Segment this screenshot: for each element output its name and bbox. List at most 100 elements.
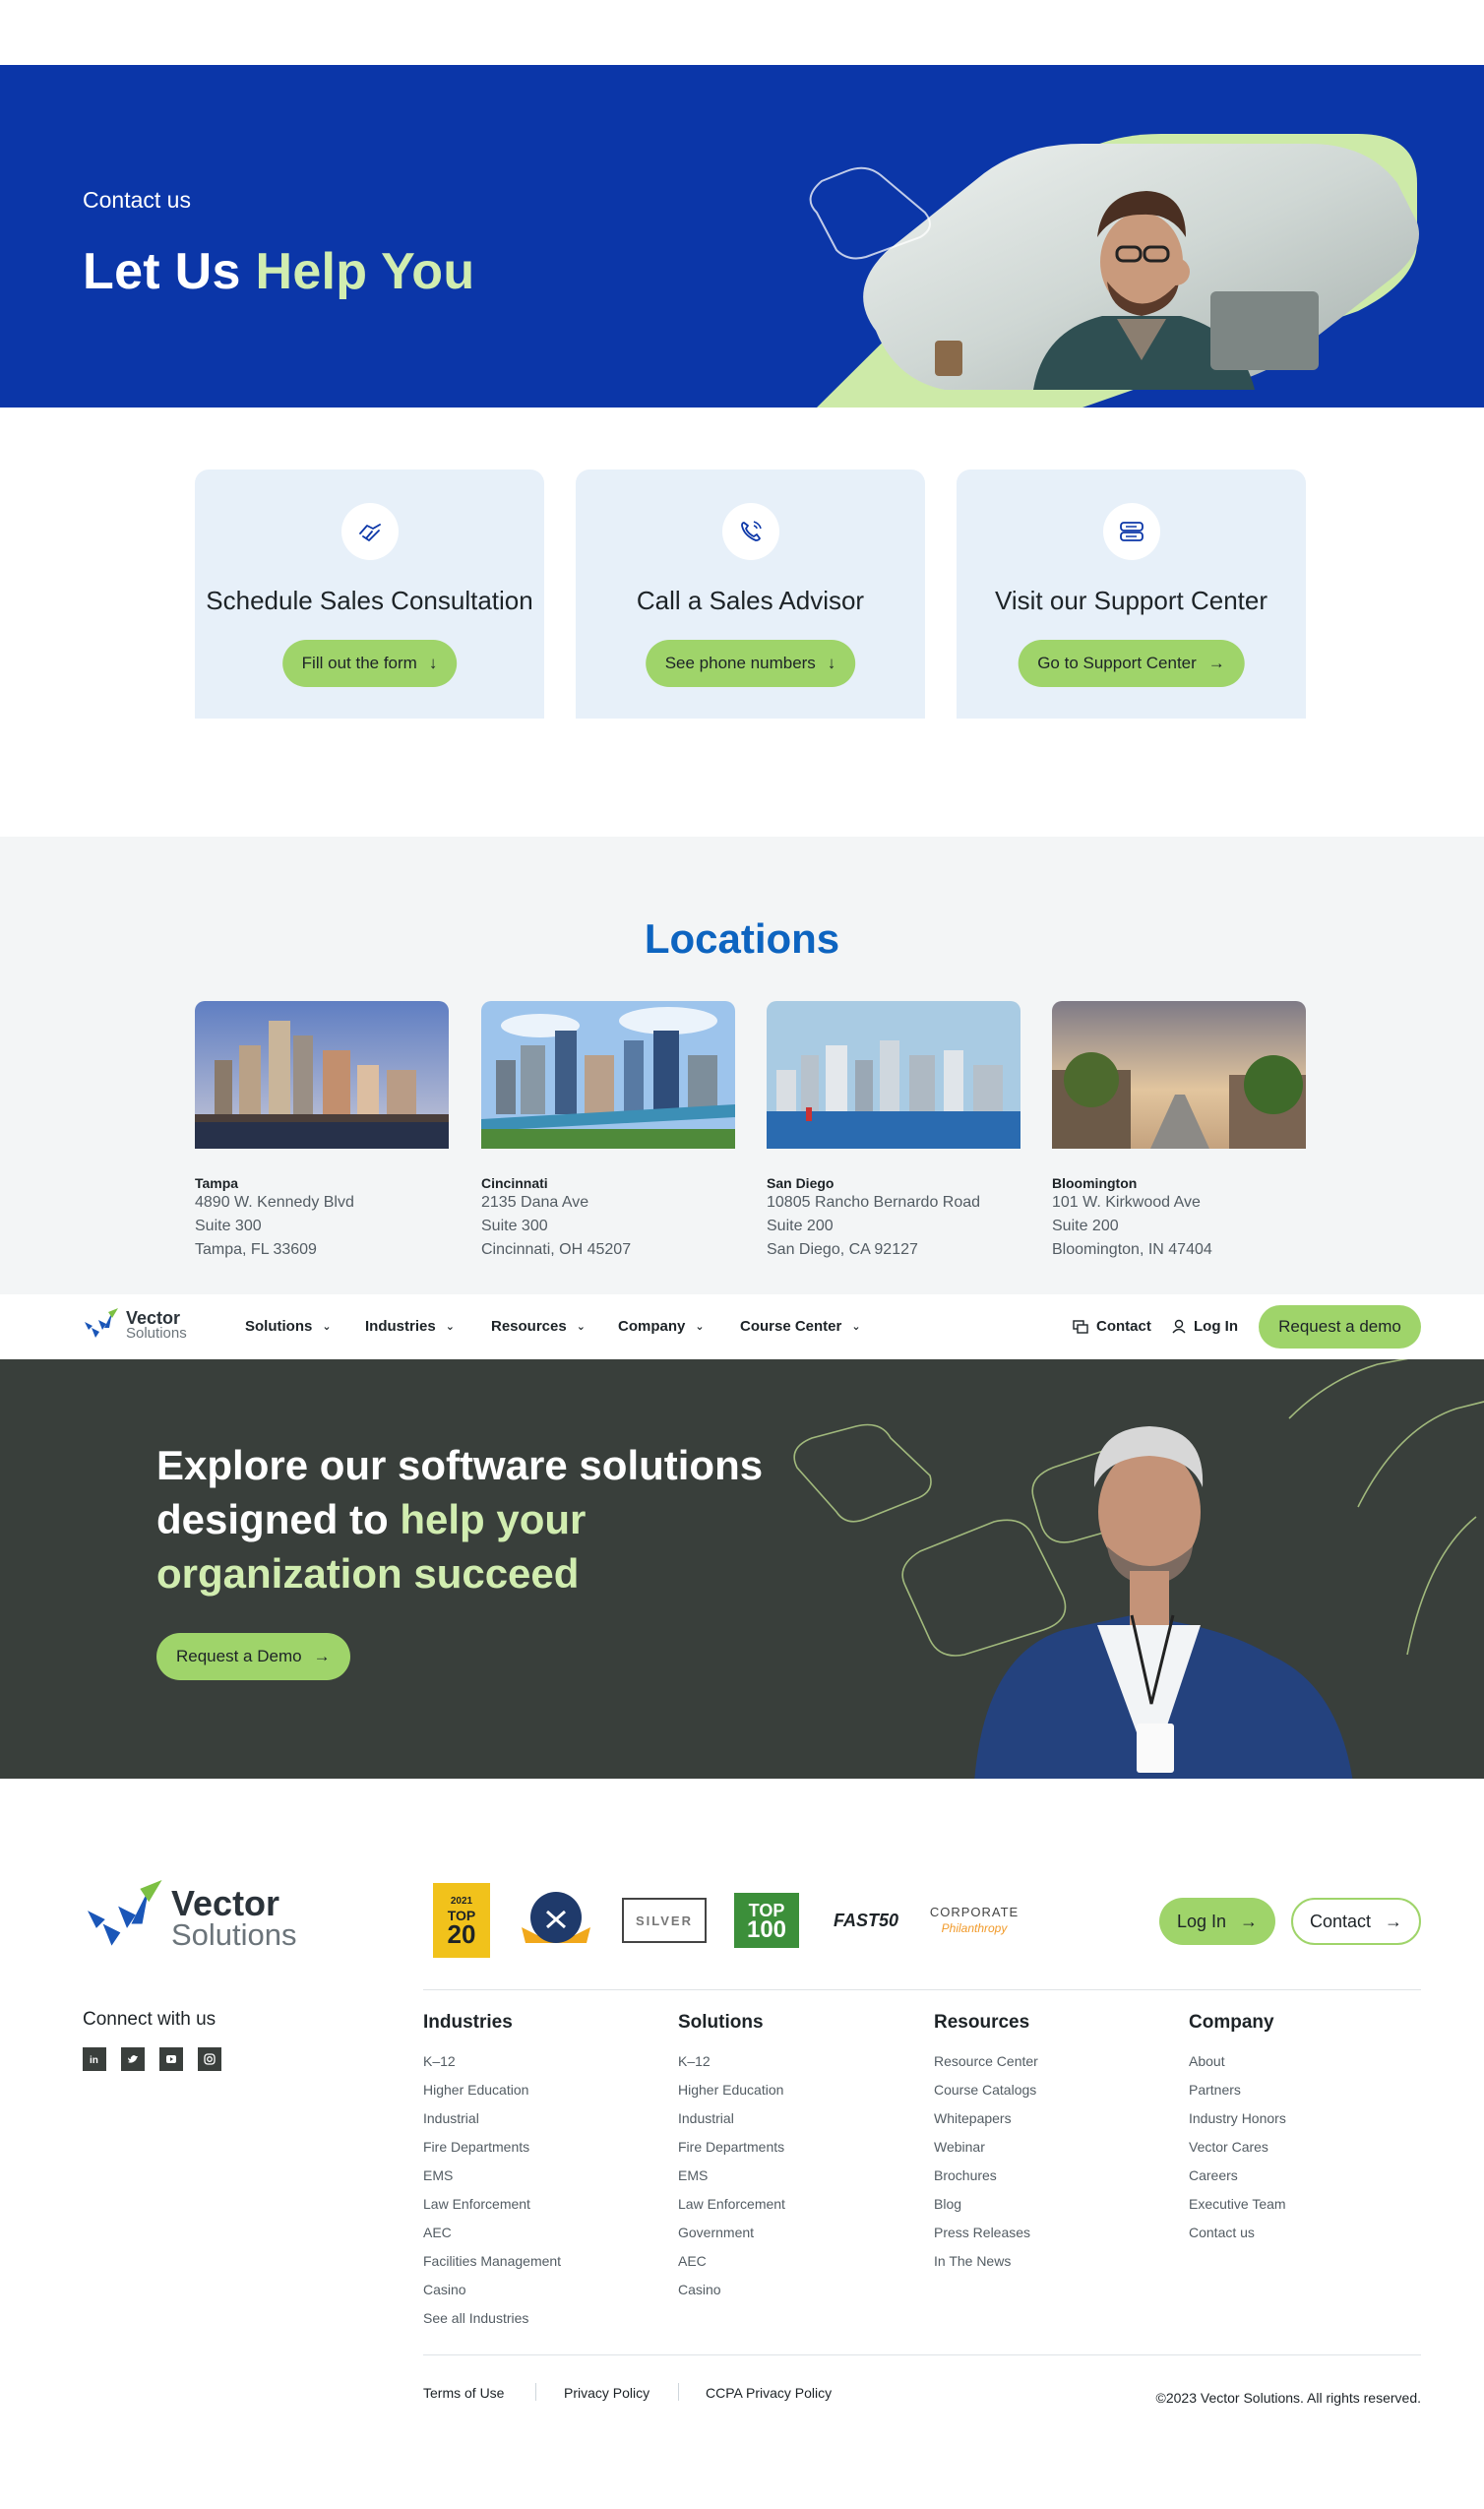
- footer-link[interactable]: Law Enforcement: [678, 2190, 785, 2219]
- footer-link[interactable]: Blog: [934, 2190, 1038, 2219]
- button-label: Request a Demo: [176, 1647, 302, 1665]
- footer-col-resources: Resources Resource Center Course Catalog…: [934, 2012, 1038, 2276]
- footer-link[interactable]: Industry Honors: [1189, 2104, 1286, 2133]
- support-center-button[interactable]: Go to Support Center →: [1018, 640, 1245, 687]
- footer-link[interactable]: See all Industries: [423, 2304, 561, 2333]
- footer-link-list: Resource Center Course Catalogs Whitepap…: [934, 2047, 1038, 2276]
- locations-section: Locations Tampa 4890 W. Kennedy Blvd Sui…: [0, 837, 1484, 1294]
- footer-link[interactable]: Casino: [678, 2276, 785, 2304]
- card-call-sales: Call a Sales Advisor See phone numbers ↓: [576, 470, 925, 719]
- request-demo-button[interactable]: Request a Demo →: [156, 1633, 350, 1680]
- cincinnati-skyline-image: [481, 1001, 735, 1149]
- nav-login-link[interactable]: Log In: [1172, 1318, 1238, 1335]
- footer-link[interactable]: Contact us: [1189, 2219, 1286, 2247]
- footer-link[interactable]: Resource Center: [934, 2047, 1038, 2076]
- locations-title: Locations: [644, 915, 840, 962]
- hero-decoration: [809, 134, 1419, 408]
- footer-link[interactable]: Course Catalogs: [934, 2076, 1038, 2104]
- footer-link[interactable]: Whitepapers: [934, 2104, 1038, 2133]
- footer-link[interactable]: EMS: [423, 2162, 561, 2190]
- svg-text:in: in: [90, 2055, 98, 2065]
- card-sales-consultation: Schedule Sales Consultation Fill out the…: [195, 470, 544, 719]
- footer-link[interactable]: AEC: [678, 2247, 785, 2276]
- arrow-down-icon: ↓: [827, 654, 836, 672]
- address-line: Suite 200: [767, 1218, 834, 1234]
- footer-link[interactable]: Brochures: [934, 2162, 1038, 2190]
- hero-title: Let Us Help You: [83, 242, 474, 301]
- footer-link[interactable]: K–12: [423, 2047, 561, 2076]
- nav-resources[interactable]: Resources ⌄: [491, 1318, 586, 1335]
- footer-divider: [423, 1989, 1421, 1990]
- footer-col-company: Company About Partners Industry Honors V…: [1189, 2012, 1286, 2247]
- footer-col-title: Solutions: [678, 2012, 764, 2033]
- footer: Vector Solutions 2021 TOP 20 SILVER TOP …: [0, 1779, 1484, 2509]
- footer-link[interactable]: Law Enforcement: [423, 2190, 561, 2219]
- bloomington-street-image: [1052, 1001, 1306, 1149]
- fill-form-button[interactable]: Fill out the form ↓: [281, 640, 458, 687]
- footer-link[interactable]: Facilities Management: [423, 2247, 561, 2276]
- footer-link[interactable]: In The News: [934, 2247, 1038, 2276]
- footer-link[interactable]: Government: [678, 2219, 785, 2247]
- hero-kicker: Contact us: [83, 187, 191, 213]
- arrow-right-icon: →: [313, 1647, 331, 1665]
- ccpa-privacy-policy-link[interactable]: CCPA Privacy Policy: [706, 2385, 832, 2401]
- nav-course-center[interactable]: Course Center ⌄: [740, 1318, 861, 1335]
- main-nav: Vector Solutions Solutions ⌄ Industries ⌄ …: [0, 1294, 1484, 1359]
- nav-contact-link[interactable]: Contact: [1073, 1318, 1151, 1335]
- terms-of-use-link[interactable]: Terms of Use: [423, 2385, 504, 2401]
- footer-contact-button[interactable]: Contact →: [1291, 1898, 1421, 1945]
- footer-link[interactable]: Partners: [1189, 2076, 1286, 2104]
- footer-link[interactable]: Fire Departments: [678, 2133, 785, 2162]
- instagram-icon[interactable]: [198, 2047, 221, 2071]
- footer-link[interactable]: AEC: [423, 2219, 561, 2247]
- footer-link[interactable]: Fire Departments: [423, 2133, 561, 2162]
- footer-link[interactable]: About: [1189, 2047, 1286, 2076]
- youtube-icon[interactable]: [159, 2047, 183, 2071]
- footer-link[interactable]: Careers: [1189, 2162, 1286, 2190]
- footer-vector-logo[interactable]: Vector Solutions: [83, 1880, 297, 1959]
- footer-link-list: About Partners Industry Honors Vector Ca…: [1189, 2047, 1286, 2247]
- chevron-down-icon: ⌄: [851, 1321, 861, 1333]
- footer-col-solutions: Solutions K–12 Higher Education Industri…: [678, 2012, 785, 2304]
- footer-link[interactable]: Higher Education: [678, 2076, 785, 2104]
- award-text: 100: [746, 1916, 787, 1943]
- footer-link[interactable]: K–12: [678, 2047, 785, 2076]
- footer-link[interactable]: Industrial: [423, 2104, 561, 2133]
- footer-link[interactable]: Webinar: [934, 2133, 1038, 2162]
- explore-banner: Explore our software solutions designed …: [0, 1359, 1484, 1779]
- see-phone-numbers-button[interactable]: See phone numbers ↓: [645, 640, 856, 687]
- address-line: Suite 300: [195, 1218, 262, 1234]
- explore-heading-line: Explore our software solutions: [156, 1442, 764, 1488]
- footer-link[interactable]: Vector Cares: [1189, 2133, 1286, 2162]
- footer-col-title: Resources: [934, 2012, 1030, 2033]
- nav-industries[interactable]: Industries ⌄: [365, 1318, 455, 1335]
- footer-link[interactable]: Casino: [423, 2276, 561, 2304]
- nav-solutions[interactable]: Solutions ⌄: [245, 1318, 332, 1335]
- vector-logo[interactable]: Vector Solutions: [83, 1308, 187, 1344]
- linkedin-icon[interactable]: in: [83, 2047, 106, 2071]
- privacy-policy-link[interactable]: Privacy Policy: [564, 2385, 649, 2401]
- footer-link[interactable]: Executive Team: [1189, 2190, 1286, 2219]
- tampa-skyline-image: [195, 1001, 449, 1149]
- vector-logo-mark: [85, 1308, 118, 1338]
- footer-link[interactable]: Press Releases: [934, 2219, 1038, 2247]
- footer-link-list: K–12 Higher Education Industrial Fire De…: [423, 2047, 561, 2333]
- nav-company[interactable]: Company ⌄: [618, 1318, 705, 1335]
- nav-label: Resources: [491, 1318, 567, 1335]
- button-label: See phone numbers: [664, 654, 816, 672]
- footer-link[interactable]: Industrial: [678, 2104, 785, 2133]
- chevron-down-icon: ⌄: [445, 1321, 455, 1333]
- address-line: Suite 200: [1052, 1218, 1119, 1234]
- top100-award-badge: TOP 100: [734, 1893, 799, 1948]
- legal-separator: [535, 2383, 536, 2401]
- footer-link[interactable]: Higher Education: [423, 2076, 561, 2104]
- request-demo-nav-button[interactable]: Request a demo: [1259, 1305, 1421, 1349]
- address-line: 10805 Rancho Bernardo Road: [767, 1194, 981, 1211]
- twitter-icon[interactable]: [121, 2047, 145, 2071]
- address-line: Cincinnati, OH 45207: [481, 1241, 632, 1258]
- address-line: San Diego, CA 92127: [767, 1241, 918, 1258]
- footer-login-button[interactable]: Log In →: [1159, 1898, 1275, 1945]
- hero-title-highlight: Help You: [255, 243, 475, 300]
- footer-link[interactable]: EMS: [678, 2162, 785, 2190]
- connect-heading: Connect with us: [83, 2009, 216, 2030]
